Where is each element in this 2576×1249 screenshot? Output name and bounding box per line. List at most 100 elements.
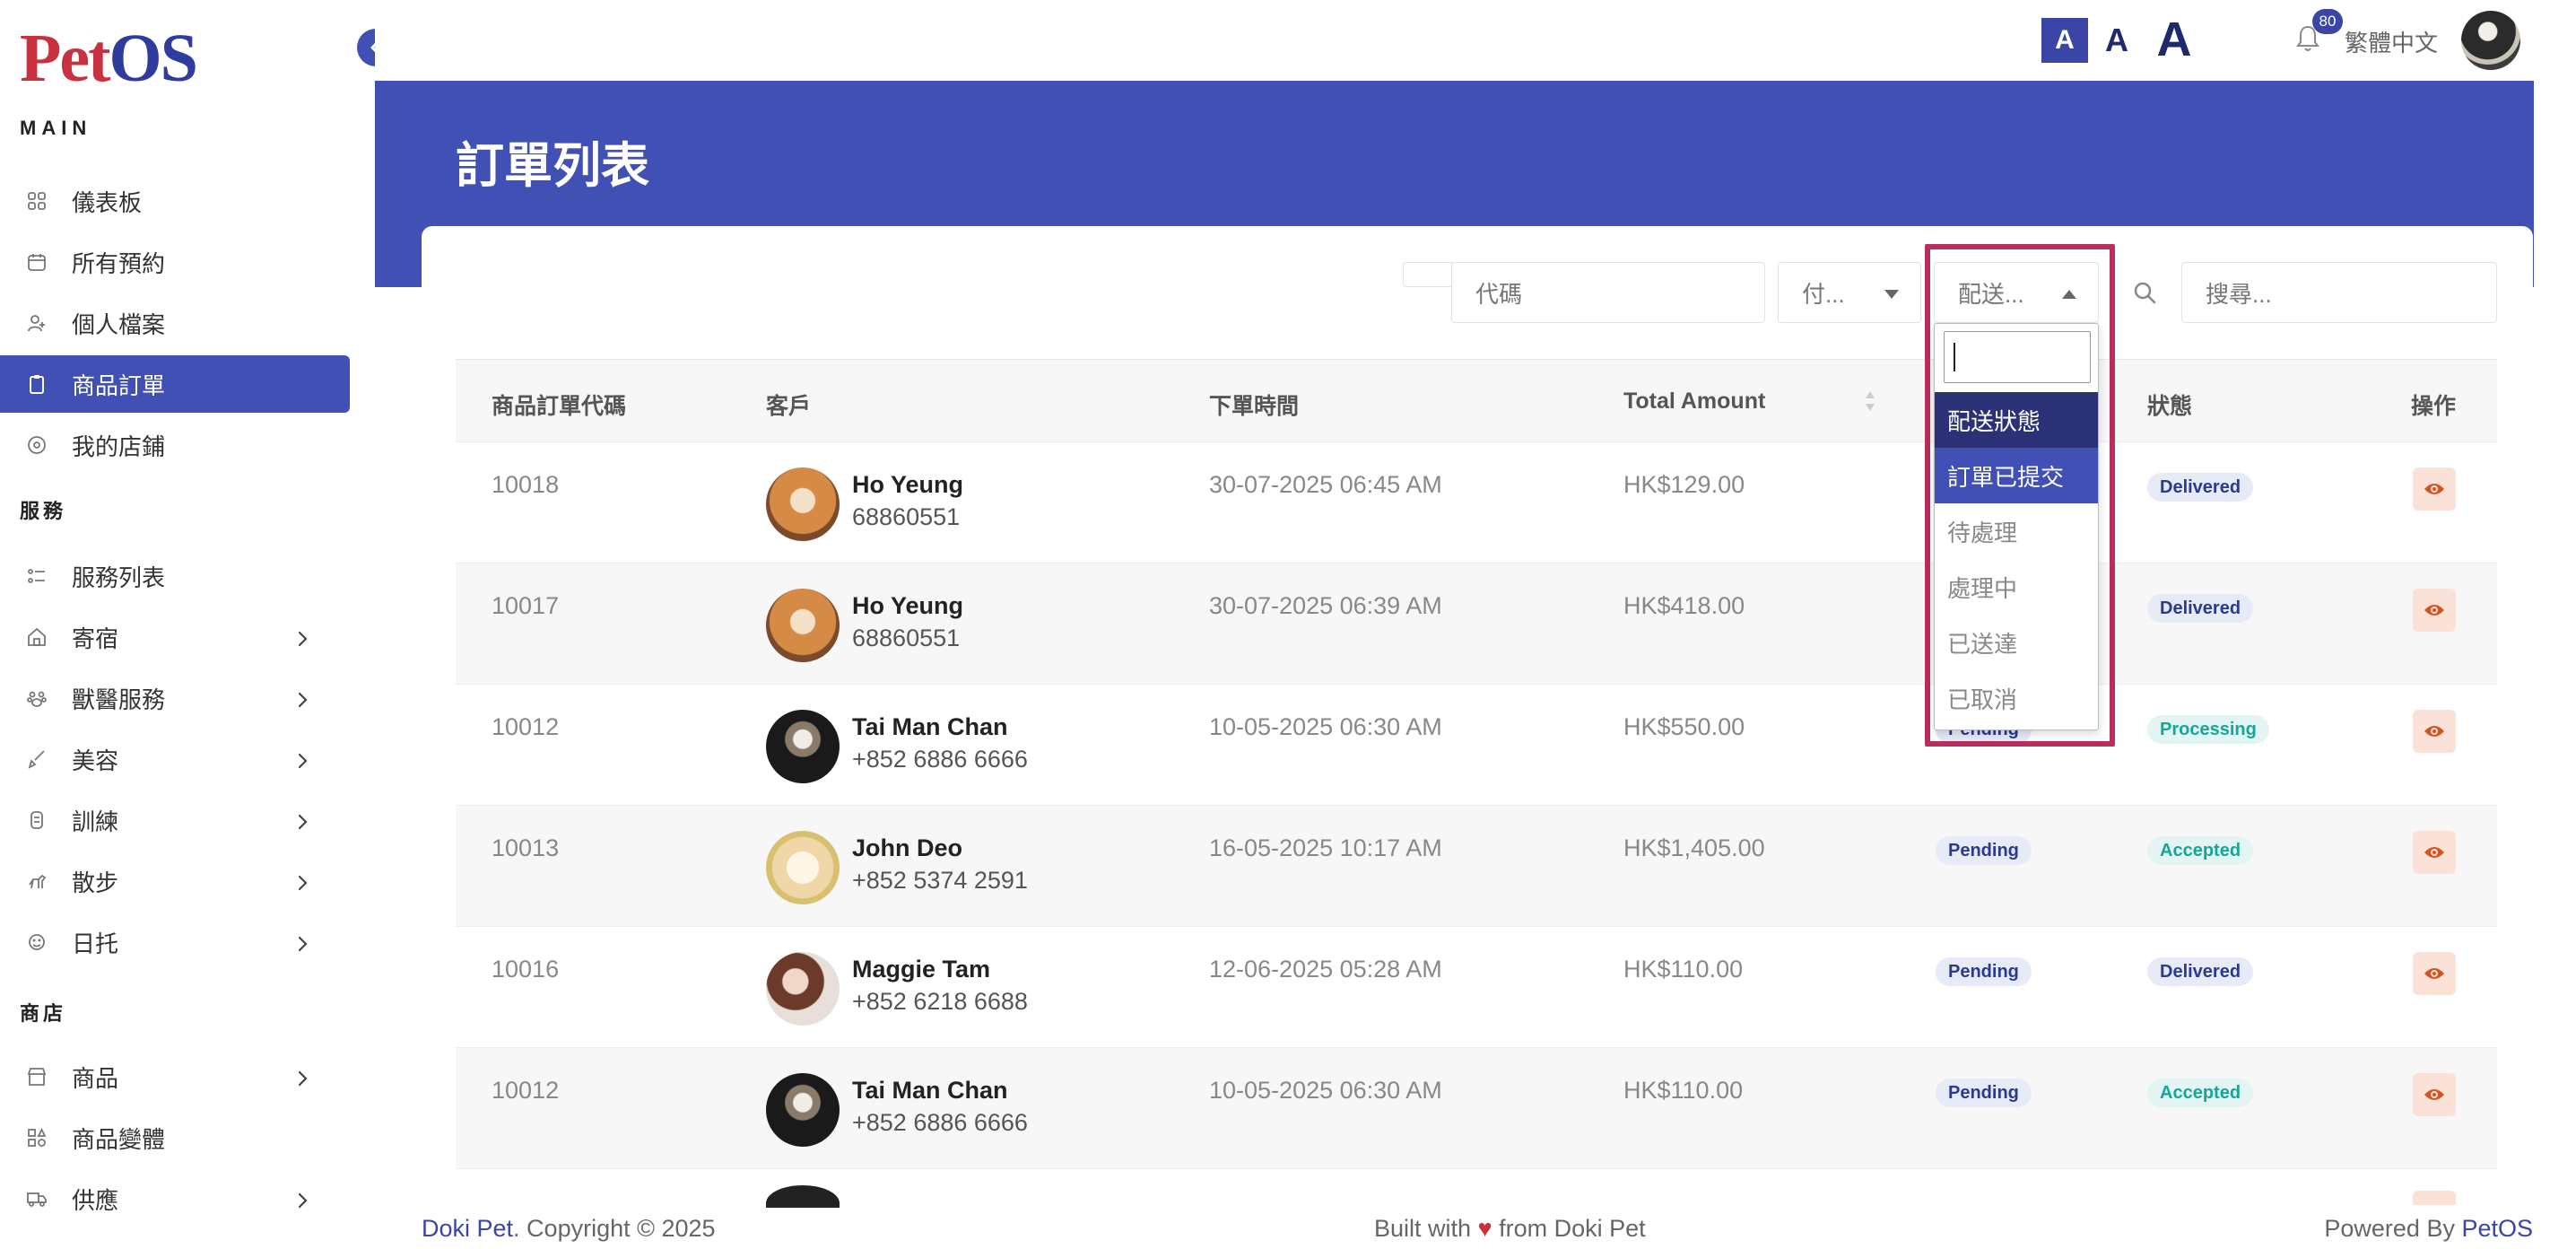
search-input[interactable]: 搜尋... (2181, 262, 2497, 323)
dropdown-option[interactable]: 已取消 (1935, 670, 2098, 726)
sidebar-item[interactable]: 個人檔案 (0, 294, 350, 352)
notification-count-badge: 80 (2312, 9, 2343, 34)
code-filter-input[interactable]: 代碼 (1451, 262, 1765, 323)
view-button[interactable] (2413, 467, 2456, 511)
header-status[interactable]: 狀態 (2147, 389, 2192, 421)
view-button[interactable] (2413, 1073, 2456, 1116)
sidebar-item[interactable]: 獸醫服務 (0, 669, 350, 727)
order-amount: HK$110.00 (1623, 956, 1744, 983)
user-avatar[interactable] (2461, 11, 2520, 70)
top-bar (375, 0, 2576, 81)
eye-icon (2424, 1089, 2444, 1100)
clipboard-icon (25, 372, 48, 396)
dropdown-option[interactable]: 處理中 (1935, 559, 2098, 615)
table-row[interactable]: 10018 Ho Yeung 68860551 30-07-2025 06:45 AM… (456, 441, 2497, 563)
chevron-right-icon (292, 810, 312, 830)
customer-avatar (766, 589, 840, 662)
sidebar-item[interactable]: 散步 (0, 852, 350, 910)
sidebar-item[interactable]: 所有預約 (0, 233, 350, 291)
dropdown-option[interactable]: 配送狀態 (1935, 392, 2098, 448)
chevron-right-icon (292, 871, 312, 891)
customer-phone: +852 5374 2591 (852, 867, 1028, 894)
sidebar-item[interactable]: 我的店鋪 (0, 416, 350, 474)
footer-copyright: Doki Pet. Copyright © 2025 (422, 1215, 716, 1242)
sidebar-item-label: 日托 (72, 930, 119, 957)
sidebar-item[interactable]: 商品訂單 (0, 355, 350, 413)
font-size-large-button[interactable]: A (2147, 11, 2201, 68)
order-time: 12-06-2025 05:28 AM (1209, 956, 1442, 983)
sidebar-item-label: 商品訂單 (72, 371, 166, 399)
dropdown-option[interactable]: 待處理 (1935, 503, 2098, 559)
customer-avatar (766, 710, 840, 783)
order-amount: HK$550.00 (1623, 713, 1745, 740)
vet-icon (25, 686, 48, 710)
customer-name: Tai Man Chan (852, 713, 1008, 740)
sidebar-item[interactable]: 日托 (0, 913, 350, 971)
table-row[interactable]: 10012 Tai Man Chan +852 6886 6666 10-05-202… (456, 1047, 2497, 1168)
dropdown-option[interactable]: 訂單已提交 (1935, 448, 2098, 503)
filter-spacer (1403, 262, 1453, 287)
customer-name: John Deo (852, 834, 963, 861)
table-row[interactable]: 10017 Ho Yeung 68860551 30-07-2025 06:39 AM… (456, 563, 2497, 684)
view-button[interactable] (2413, 710, 2456, 753)
footer-petos-link[interactable]: PetOS (2461, 1215, 2533, 1242)
chevron-right-icon (292, 627, 312, 647)
user-icon (25, 311, 48, 335)
customer-name: Maggie Tam (852, 956, 991, 983)
view-button[interactable] (2413, 952, 2456, 995)
order-code: 10018 (492, 471, 560, 498)
order-status-badge: Accepted (2147, 1079, 2254, 1107)
sidebar-item[interactable]: 訓練 (0, 791, 350, 849)
header-total-amount[interactable]: Total Amount (1623, 389, 1765, 415)
order-amount: HK$129.00 (1623, 471, 1745, 498)
sidebar-item-label: 所有預約 (72, 249, 166, 277)
section-services-label: 服務 (20, 500, 67, 522)
delivery-status-dropdown[interactable]: 配送狀態 訂單已提交 待處理 處理中 已送達 已取消 (1934, 323, 2099, 730)
customer-phone: 68860551 (852, 503, 961, 530)
eye-icon (2424, 726, 2444, 737)
footer-brand-link[interactable]: Doki Pet (422, 1215, 513, 1242)
table-row[interactable]: 10016 Maggie Tam +852 6218 6688 12-06-2025 … (456, 926, 2497, 1047)
sidebar-item[interactable]: 服務列表 (0, 547, 350, 605)
sidebar-item-label: 訓練 (72, 808, 119, 835)
order-amount: HK$110.00 (1623, 1077, 1744, 1104)
app-logo[interactable]: PetOS (20, 20, 198, 98)
dropdown-option[interactable]: 已送達 (1935, 615, 2098, 670)
table-header: 商品訂單代碼 客戶 下單時間 Total Amount 狀態 操作 (456, 359, 2497, 441)
grid-icon (25, 189, 48, 213)
view-button[interactable] (2413, 831, 2456, 874)
sidebar-item-label: 個人檔案 (72, 310, 166, 338)
sidebar-item[interactable]: 供應 (0, 1170, 350, 1227)
language-selector[interactable]: 繁體中文 (2345, 25, 2438, 58)
dropdown-search-input[interactable] (1944, 331, 2091, 383)
table-row[interactable]: 10013 John Deo +852 5374 2591 16-05-2025 10… (456, 805, 2497, 926)
font-size-small-button[interactable]: A (2041, 18, 2088, 63)
list-icon (25, 564, 48, 588)
caret-down-icon (1884, 290, 1899, 299)
header-order-code[interactable]: 商品訂單代碼 (492, 389, 626, 421)
sidebar-item[interactable]: 美容 (0, 730, 350, 788)
footer: Doki Pet. Copyright © 2025 Built with ♥ … (375, 1208, 2576, 1249)
view-button[interactable] (2413, 1191, 2456, 1205)
order-time: 30-07-2025 06:45 AM (1209, 471, 1442, 498)
footer-powered-by: Powered By PetOS (2324, 1215, 2533, 1242)
payment-status-badge: Pending (1936, 1079, 2032, 1107)
sidebar-item[interactable]: 寄宿 (0, 608, 350, 666)
order-code: 10013 (492, 834, 560, 861)
view-button[interactable] (2413, 589, 2456, 632)
payment-status-filter[interactable]: 付... (1778, 262, 1921, 323)
order-status-badge: Delivered (2147, 473, 2254, 502)
search-icon[interactable] (2113, 262, 2176, 323)
sidebar-item[interactable]: 商品變體 (0, 1109, 350, 1166)
font-size-medium-button[interactable]: A (2099, 18, 2135, 63)
sidebar-item[interactable]: 商品 (0, 1048, 350, 1105)
table-row[interactable]: 10012 Tai Man Chan +852 6886 6666 10-05-202… (456, 684, 2497, 805)
order-time: 10-05-2025 06:30 AM (1209, 713, 1442, 740)
sort-icon[interactable] (1864, 389, 1876, 414)
eye-icon (2424, 484, 2444, 494)
header-customer[interactable]: 客戶 (766, 389, 811, 421)
header-order-time[interactable]: 下單時間 (1209, 389, 1299, 421)
variants-icon (25, 1126, 48, 1149)
sidebar-item[interactable]: 儀表板 (0, 172, 350, 230)
customer-phone: 68860551 (852, 624, 961, 651)
